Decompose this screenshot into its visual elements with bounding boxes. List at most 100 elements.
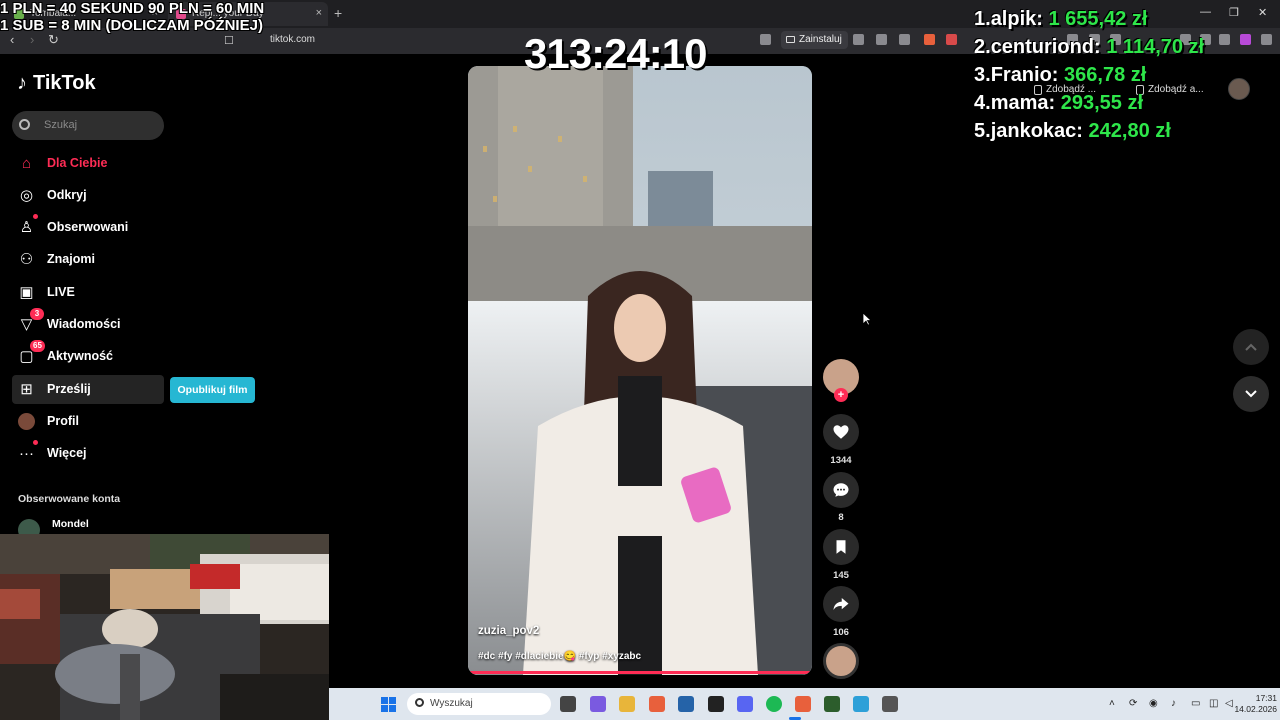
sidebar-item-live[interactable]: ▣ LIVE <box>12 278 164 307</box>
tray-chevron-up-icon[interactable]: ˄ <box>1109 698 1115 709</box>
obs-icon[interactable] <box>708 696 724 712</box>
sidebar-item-odkryj[interactable]: ◎ Odkryj <box>12 181 164 210</box>
leaderboard-rank: 4. <box>974 92 991 114</box>
sidebar-item-wiecej[interactable]: ··· Więcej <box>12 439 164 468</box>
taskbar-search-input[interactable]: Wyszukaj <box>407 693 551 715</box>
store-icon[interactable] <box>678 696 694 712</box>
video-player[interactable]: zuzia_pov2 #dc #fy #dlaciebie😋 #fyp #xyz… <box>468 66 812 675</box>
share-button[interactable] <box>823 586 859 622</box>
more-icon: ··· <box>19 445 34 462</box>
activity-badge: 65 <box>30 340 45 352</box>
sidebar-item-przeslij[interactable]: ⊞ Prześlij <box>12 375 164 404</box>
translate-icon[interactable] <box>853 34 864 45</box>
sidebar-item-dla-ciebie[interactable]: ⌂ Dla Ciebie <box>12 149 164 178</box>
like-count: 1344 <box>830 455 852 466</box>
taskbar-search-label: Wyszukaj <box>430 698 473 709</box>
file-explorer-icon[interactable] <box>619 696 635 712</box>
task-view-icon[interactable] <box>560 696 576 712</box>
leaderboard-rank: 5. <box>974 120 991 142</box>
reload-icon[interactable]: ↻ <box>48 32 59 48</box>
share-icon[interactable] <box>899 34 910 45</box>
notification-dot <box>33 214 38 219</box>
maximize-icon[interactable]: ❐ <box>1229 6 1239 19</box>
bookmark-icon <box>836 540 846 554</box>
sidebar-item-label: Prześlij <box>47 382 91 396</box>
menu-icon[interactable] <box>1261 34 1272 45</box>
calculator-icon[interactable] <box>882 696 898 712</box>
like-button[interactable] <box>823 414 859 450</box>
bookmark-icon[interactable]: ☐ <box>224 34 234 47</box>
chevron-up-icon <box>1245 343 1257 351</box>
install-app-button[interactable]: Zainstaluj <box>781 31 848 49</box>
previous-video-button[interactable] <box>1233 329 1269 365</box>
sidebar-item-label: Znajomi <box>47 252 95 266</box>
next-video-button[interactable] <box>1233 376 1269 412</box>
sync-icon[interactable]: ⟳ <box>1129 698 1137 709</box>
sidebar-item-label: Aktywność <box>47 349 113 363</box>
leaderboard-name: Franio: <box>990 64 1059 86</box>
back-icon[interactable]: ‹ <box>10 32 14 47</box>
clock-date: 14.02.2026 <box>1234 704 1277 714</box>
video-hashtags[interactable]: #dc #fy #dlaciebie😋 #fyp #xyzabc <box>478 651 641 662</box>
vpn-icon[interactable] <box>1219 34 1230 45</box>
subathon-timer: 313:24:10 <box>524 30 707 77</box>
leaderboard-amount: 1 655,42 zł <box>1048 8 1148 30</box>
sidebar-item-profil[interactable]: Profil <box>12 407 164 436</box>
display-icon[interactable]: ▭ <box>1191 698 1200 709</box>
video-progress-bar[interactable] <box>468 671 812 674</box>
leaderboard-name: alpik: <box>990 8 1043 30</box>
new-tab-icon[interactable]: + <box>334 5 342 21</box>
leaderboard-name: mama: <box>990 92 1056 114</box>
sidebar-item-aktywnosc[interactable]: ▢ 65 Aktywność <box>12 340 164 371</box>
music-disc-avatar[interactable] <box>823 643 859 679</box>
leaderboard-rank: 3. <box>974 64 991 86</box>
sidebar-item-znajomi[interactable]: ⚇ Znajomi <box>12 245 164 274</box>
leaderboard-row: 2.centuriond: 1 114,70 zł <box>974 36 1204 64</box>
messages-badge: 3 <box>30 308 44 320</box>
extension-icon[interactable] <box>760 34 771 45</box>
notepad-icon[interactable] <box>853 696 869 712</box>
upload-icon: ⊞ <box>20 381 33 398</box>
leaderboard-rank: 1. <box>974 8 991 30</box>
sidebar-item-label: Więcej <box>47 446 87 460</box>
search-input[interactable]: Szukaj <box>12 111 164 140</box>
publish-video-button[interactable]: Opublikuj film <box>170 377 255 403</box>
video-author[interactable]: zuzia_pov2 <box>478 625 539 637</box>
notification-dot <box>33 440 38 445</box>
monitor-icon <box>786 36 795 43</box>
sidebar-item-wiadomosci[interactable]: ▽ 3 Wiadomości <box>12 308 164 339</box>
user-avatar[interactable] <box>1228 78 1250 100</box>
security-icon[interactable]: ◉ <box>1149 698 1158 709</box>
brave-browser-icon[interactable] <box>649 696 665 712</box>
tiktok-logo[interactable]: ♪ TikTok <box>17 72 96 95</box>
followed-account-name[interactable]: Mondel <box>52 518 89 530</box>
webcam-image <box>0 534 329 720</box>
zoom-icon[interactable] <box>876 34 887 45</box>
brave-browser-active-icon[interactable] <box>795 696 811 712</box>
windows-start-icon[interactable] <box>381 697 397 713</box>
heart-icon <box>833 425 849 439</box>
comment-button[interactable] <box>823 472 859 508</box>
save-button[interactable] <box>823 529 859 565</box>
video-frame-image <box>468 66 812 675</box>
microphone-icon[interactable]: ♪ <box>1171 698 1176 709</box>
wallet-icon[interactable] <box>1240 34 1251 45</box>
forward-icon[interactable]: › <box>30 32 34 47</box>
brave-shield-icon[interactable] <box>924 34 935 45</box>
url-field[interactable]: tiktok.com <box>270 34 315 45</box>
network-icon[interactable]: ◫ <box>1209 698 1218 709</box>
volume-icon[interactable]: ◁ <box>1225 698 1233 709</box>
close-tab-icon[interactable]: × <box>316 7 322 19</box>
close-window-icon[interactable]: ✕ <box>1258 6 1267 19</box>
copilot-icon[interactable] <box>590 696 606 712</box>
leaderboard-rank: 2. <box>974 36 991 58</box>
brave-rewards-icon[interactable] <box>946 34 957 45</box>
discord-icon[interactable] <box>737 696 753 712</box>
app-icon[interactable] <box>824 696 840 712</box>
sidebar-item-obserwowani[interactable]: ♙ Obserwowani <box>12 213 164 242</box>
leaderboard-row: 4.mama: 293,55 zł <box>974 92 1204 120</box>
follow-plus-icon[interactable]: + <box>834 388 848 402</box>
spotify-icon[interactable] <box>766 696 782 712</box>
followed-accounts-heading: Obserwowane konta <box>18 493 121 505</box>
taskbar-clock[interactable]: 17:31 14.02.2026 <box>1234 693 1277 715</box>
